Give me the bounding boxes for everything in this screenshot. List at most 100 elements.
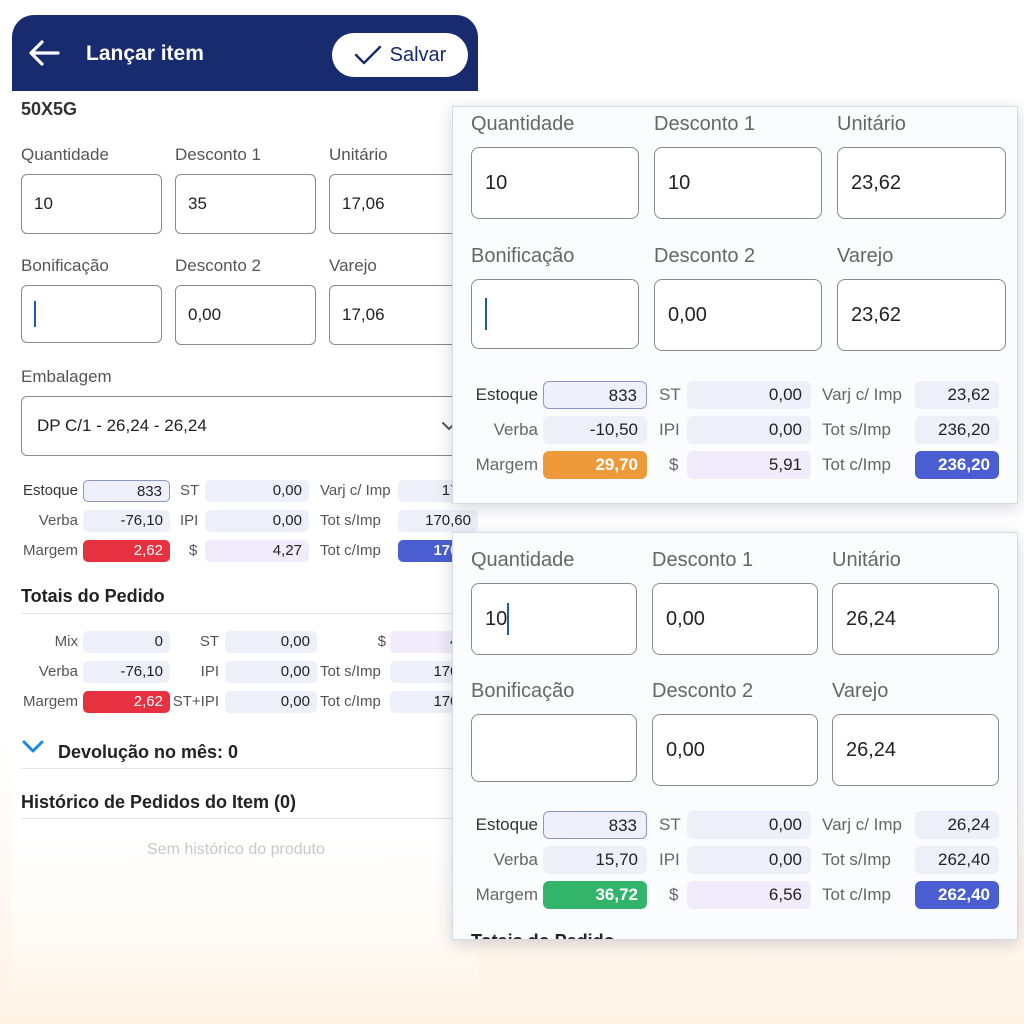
text-cursor [507,603,510,635]
varj-imp-label: Varj c/ Imp [320,482,391,499]
unitario-input[interactable]: 23,62 [837,147,1006,219]
varj-imp-value: 26,24 [915,811,999,839]
st-value: 0,00 [687,811,811,839]
ipi-value: 0,00 [687,846,811,874]
estoque-value: 833 [543,381,647,409]
st-label: ST [659,815,681,834]
preview-card-1: Quantidade Desconto 1 Unitário 10 10 23,… [452,106,1018,504]
unitario-label: Unitário [329,145,388,164]
varejo-label: Varejo [329,256,377,275]
preview-card-2: Quantidade Desconto 1 Unitário 10 0,00 2… [452,532,1018,940]
unitario-label: Unitário [832,549,901,571]
tot-simp-label: Tot s/Imp [822,850,891,869]
totais-st-ipi-value: 0,00 [225,691,317,713]
quantidade-input[interactable]: 10 [471,583,637,655]
desconto1-label: Desconto 1 [654,113,756,135]
totais-dollar-label: $ [377,633,386,650]
quantidade-label: Quantidade [471,549,575,571]
margem-label: Margem [475,455,538,474]
estoque-label: Estoque [475,815,538,834]
tot-simp-label: Tot s/Imp [320,512,381,529]
ipi-value: 0,00 [687,416,811,444]
varejo-input[interactable]: 17,06 [329,285,470,345]
quantidade-input[interactable]: 10 [471,147,639,219]
bonificacao-input[interactable] [471,714,637,782]
bonificacao-input[interactable] [471,279,639,349]
varejo-label: Varejo [837,245,894,267]
varejo-input[interactable]: 23,62 [837,279,1006,351]
unitario-label: Unitário [837,113,906,135]
check-icon [354,45,381,65]
dollar-label: $ [669,885,679,904]
desconto2-label: Desconto 2 [652,680,754,702]
tot-cimp-value: 262,40 [915,881,999,909]
dollar-value: 6,56 [687,881,811,909]
totais-margem-value: 2,62 [83,691,170,713]
unitario-input[interactable]: 26,24 [832,583,999,655]
desconto2-input[interactable]: 0,00 [175,285,316,345]
unitario-input[interactable]: 17,06 [329,174,470,234]
margem-label: Margem [475,885,538,904]
tot-cimp-value: 236,20 [915,451,999,479]
ipi-value: 0,00 [205,510,309,532]
bonificacao-label: Bonificação [471,245,575,267]
embalagem-label: Embalagem [21,367,112,386]
bonificacao-label: Bonificação [471,680,575,702]
st-value: 0,00 [205,480,309,502]
totais-st-value: 0,00 [225,631,317,653]
text-cursor [34,301,36,327]
varj-imp-value: 23,62 [915,381,999,409]
margem-label: Margem [22,542,78,559]
embalagem-value: DP C/1 - 26,24 - 26,24 [37,416,207,435]
divider [21,818,471,819]
varj-imp-label: Varj c/ Imp [822,815,902,834]
margem-value: 29,70 [543,451,647,479]
margem-value: 36,72 [543,881,647,909]
product-code: 50X5G [21,99,78,119]
devolucao-toggle[interactable]: Devolução no mês: 0 [58,742,238,763]
estoque-value: 833 [543,811,647,839]
verba-label: Verba [493,850,538,869]
desconto2-input[interactable]: 0,00 [652,714,818,786]
dollar-value: 4,27 [205,540,309,562]
estoque-value: 833 [83,480,170,502]
dollar-label: $ [189,542,198,559]
varejo-input[interactable]: 26,24 [832,714,999,786]
totais-tot-simp-label: Tot s/Imp [320,663,381,680]
desconto1-input[interactable]: 0,00 [652,583,818,655]
desconto1-label: Desconto 1 [175,145,261,164]
totais-mix-value: 0 [83,631,170,653]
varj-imp-label: Varj c/ Imp [822,385,902,404]
chevron-down-icon[interactable] [21,737,45,755]
totais-title-cut: Totais do Pedido [471,931,615,939]
margem-value: 2,62 [83,540,170,562]
tot-simp-label: Tot s/Imp [822,420,891,439]
totais-tot-cimp-label: Tot c/Imp [320,693,381,710]
verba-value: 15,70 [543,846,647,874]
empty-history-text: Sem histórico do produto [147,841,325,858]
tot-cimp-label: Tot c/Imp [822,455,891,474]
app-header: Lançar item Salvar [12,15,478,91]
embalagem-select[interactable]: DP C/1 - 26,24 - 26,24 [21,396,461,456]
desconto1-input[interactable]: 35 [175,174,316,234]
phone-screen: Lançar item Salvar 50X5G Quantidade Desc… [12,15,478,1015]
tot-cimp-label: Tot c/Imp [320,542,381,559]
arrow-left-icon[interactable] [26,35,62,71]
totais-ipi-label: IPI [200,663,219,680]
desconto1-input[interactable]: 10 [654,147,822,219]
desconto2-input[interactable]: 0,00 [654,279,822,351]
desconto1-label: Desconto 1 [652,549,754,571]
desconto2-label: Desconto 2 [654,245,756,267]
totais-st-ipi-label: ST+IPI [172,693,219,710]
totais-verba-label: Verba [38,663,78,680]
totais-verba-value: -76,10 [83,661,170,683]
verba-label: Verba [493,420,538,439]
divider [21,613,471,614]
tot-cimp-label: Tot c/Imp [822,885,891,904]
page-title: Lançar item [86,42,204,65]
totais-st-label: ST [199,633,219,650]
estoque-label: Estoque [22,482,78,499]
quantidade-input[interactable]: 10 [21,174,162,234]
save-button[interactable]: Salvar [332,33,468,77]
bonificacao-input[interactable] [21,285,162,343]
